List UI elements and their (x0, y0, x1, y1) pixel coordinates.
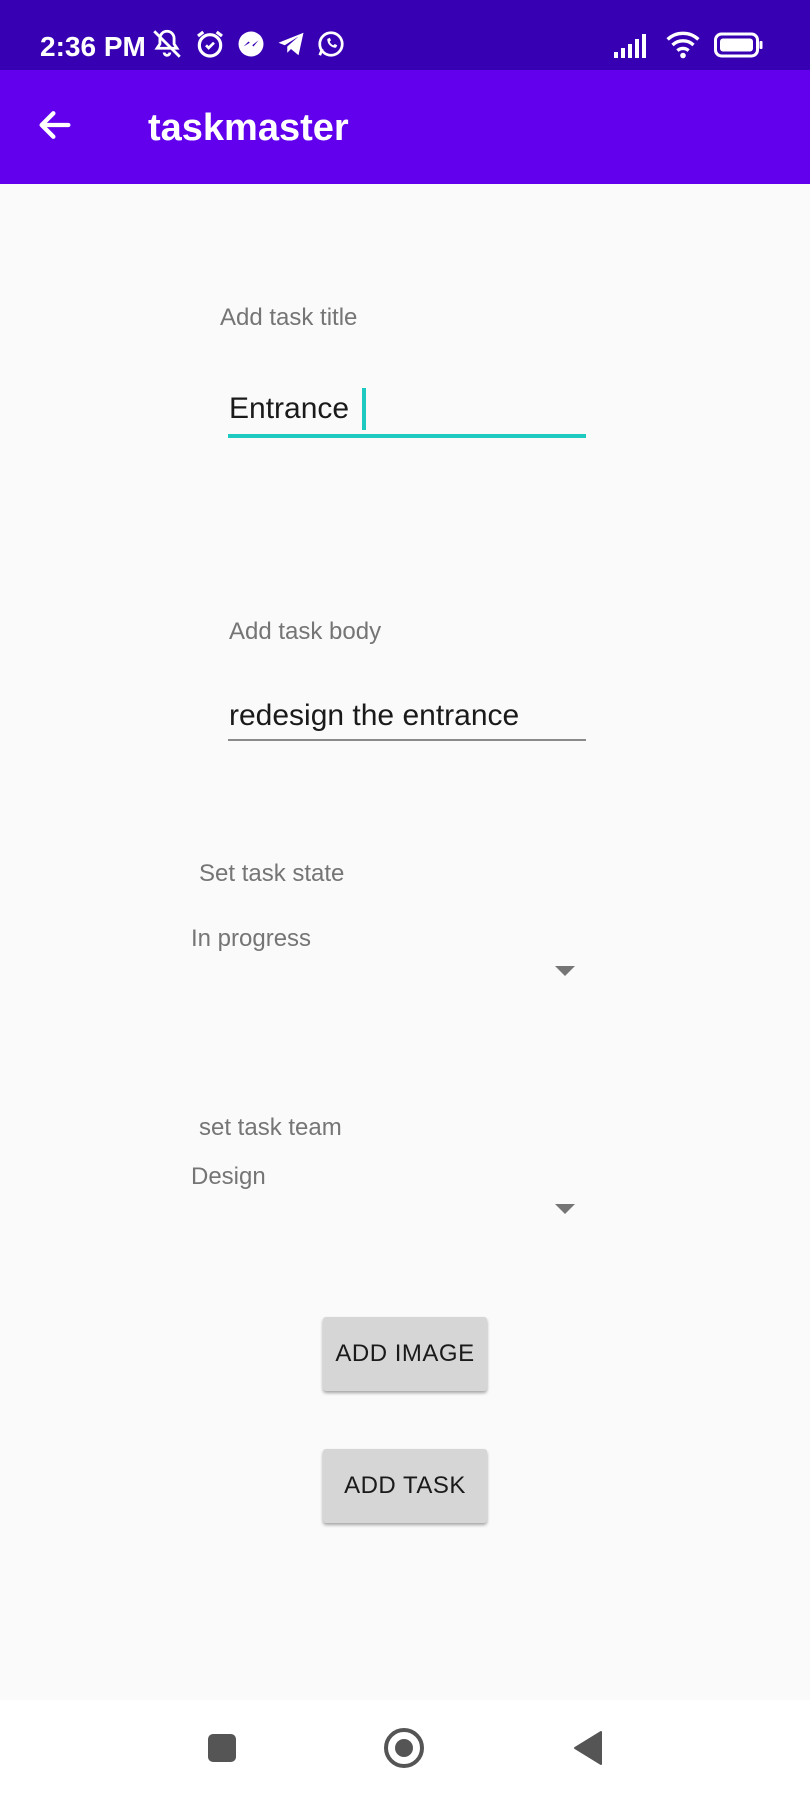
text-cursor (362, 388, 366, 430)
task-body-value: redesign the entrance (229, 699, 520, 732)
task-state-spinner[interactable]: In progress (185, 920, 585, 980)
dropdown-arrow-icon (555, 966, 575, 976)
task-title-input[interactable]: Entrance (228, 380, 588, 440)
alarm-icon (194, 28, 226, 65)
app-title: taskmaster (148, 107, 349, 149)
task-body-input[interactable]: redesign the entrance (228, 690, 588, 744)
task-team-spinner[interactable]: Design (185, 1158, 585, 1218)
messenger-icon (236, 29, 266, 64)
back-nav-icon (571, 1730, 605, 1771)
arrow-back-icon (35, 105, 75, 150)
task-body-underline (228, 739, 586, 741)
home-icon (383, 1727, 425, 1774)
task-title-underline (228, 434, 586, 438)
mute-notifications-icon (150, 27, 184, 66)
recent-apps-button[interactable] (200, 1728, 244, 1772)
whatsapp-icon (316, 29, 346, 64)
status-notification-icons (150, 28, 346, 64)
add-task-button[interactable]: ADD TASK (323, 1449, 487, 1523)
status-system-icons (614, 30, 764, 64)
back-nav-button[interactable] (566, 1728, 610, 1772)
dropdown-arrow-icon (555, 1204, 575, 1214)
battery-icon (714, 32, 764, 63)
task-state-label: Set task state (199, 860, 345, 887)
recent-apps-icon (206, 1732, 238, 1769)
task-state-selected: In progress (191, 925, 312, 952)
wifi-icon (666, 31, 700, 64)
task-title-label: Add task title (220, 304, 358, 331)
add-image-button[interactable]: ADD IMAGE (323, 1317, 487, 1391)
task-title-value: Entrance (229, 392, 350, 425)
task-body-label: Add task body (229, 618, 382, 645)
task-team-selected: Design (191, 1163, 266, 1190)
status-time: 2:36 PM (40, 31, 146, 62)
signal-icon (614, 32, 652, 63)
navigation-bar (0, 1700, 810, 1800)
task-team-label: set task team (199, 1114, 342, 1141)
status-bar: 2:36 PM (0, 0, 810, 70)
back-button[interactable] (30, 102, 80, 152)
app-bar: taskmaster (0, 70, 810, 184)
home-button[interactable] (382, 1727, 426, 1774)
telegram-icon (276, 29, 306, 64)
